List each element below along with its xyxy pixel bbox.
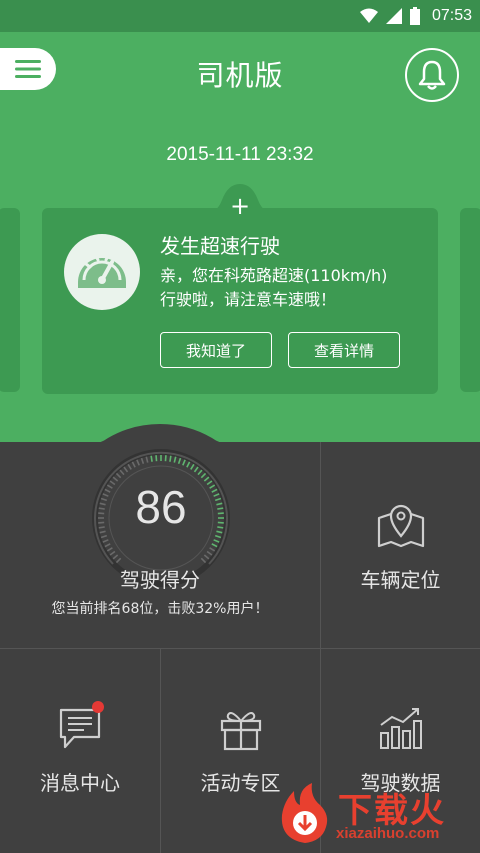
vehicle-location-tile[interactable]: 车辆定位 (321, 442, 480, 648)
gauge-tick (197, 469, 203, 476)
alert-message-line-1: 亲，您在科苑路超速(110km/h) (160, 266, 388, 285)
next-alert-card[interactable] (460, 208, 480, 392)
gauge-tick (102, 539, 109, 543)
gauge-tick (203, 554, 210, 560)
speedometer-icon (64, 234, 140, 310)
gauge-tick (145, 456, 149, 463)
status-time: 07:53 (431, 7, 472, 24)
gauge-tick (173, 456, 177, 463)
gauge-tick (112, 554, 119, 560)
gauge-tick (200, 472, 207, 479)
map-location-icon (377, 504, 425, 548)
flame-logo (281, 783, 328, 843)
gauge-tick (106, 547, 113, 552)
watermark: 下载火 xiazaihuo.com (276, 783, 472, 847)
alert-timestamp: 2015-11-11 23:32 (166, 144, 314, 165)
gauge-tick (193, 466, 199, 473)
gauge-tick (119, 469, 125, 476)
gauge-tick (104, 543, 111, 548)
status-bar: 07:53 (0, 0, 480, 32)
gauge-tick (214, 534, 222, 539)
status-icons: 07:53 (359, 0, 472, 32)
gauge-tick (169, 455, 172, 462)
gauge-tick (140, 457, 145, 465)
gauge-tick (115, 472, 122, 479)
alert-message: 亲，您在科苑路超速(110km/h) 行驶啦，请注意车速哦！ (160, 264, 430, 312)
gauge-tick (127, 463, 132, 470)
watermark-url: xiazaihuo.com (336, 825, 440, 842)
gauge-tick (131, 461, 136, 468)
score-label: 驾驶得分 (120, 568, 200, 592)
plus-icon[interactable]: + (226, 192, 254, 220)
gauge-tick (109, 550, 116, 556)
message-center-label: 消息中心 (40, 771, 120, 795)
acknowledge-button[interactable]: 我知道了 (160, 332, 272, 368)
bar-chart-icon (380, 708, 422, 749)
gauge-tick (186, 461, 191, 468)
signal-icon (385, 8, 402, 24)
alert-message-line-2: 行驶啦，请注意车速哦！ (160, 290, 337, 309)
notification-button[interactable] (405, 48, 459, 102)
alert-card: 发生超速行驶 亲，您在科苑路超速(110km/h) 行驶啦，请注意车速哦！ 我知… (42, 208, 438, 394)
gauge-tick (182, 459, 186, 466)
wifi-icon (359, 8, 378, 23)
gauge-tick (200, 557, 207, 564)
previous-alert-card[interactable] (0, 208, 20, 392)
gauge-tick (150, 455, 153, 462)
alert-title: 发生超速行驶 (160, 234, 280, 258)
gauge-tick (123, 466, 129, 473)
header-panel: 司机版 2015-11-11 23:32 发生超速行驶 亲，您在科苑路超速(11… (0, 32, 480, 442)
unread-badge (92, 701, 104, 713)
bell-icon (418, 60, 446, 90)
ranking-text: 您当前排名68位，击败32%用户！ (51, 601, 269, 617)
battery-icon (409, 7, 420, 25)
gauge-tick (115, 557, 122, 564)
gauge-tick (177, 457, 182, 465)
gauge-tick (206, 550, 213, 556)
gauge-tick (100, 534, 108, 539)
score-value: 86 (135, 481, 187, 533)
gauge-tick (211, 543, 218, 548)
gauge-tick (209, 547, 216, 552)
vehicle-location-label: 车辆定位 (360, 568, 441, 592)
message-icon (59, 708, 101, 749)
gauge-tick (136, 459, 140, 466)
gift-icon (220, 712, 262, 751)
message-center-tile[interactable]: 消息中心 (0, 649, 160, 853)
gauge-tick (190, 463, 195, 470)
gauge-tick (213, 539, 220, 543)
view-details-button[interactable]: 查看详情 (288, 332, 400, 368)
